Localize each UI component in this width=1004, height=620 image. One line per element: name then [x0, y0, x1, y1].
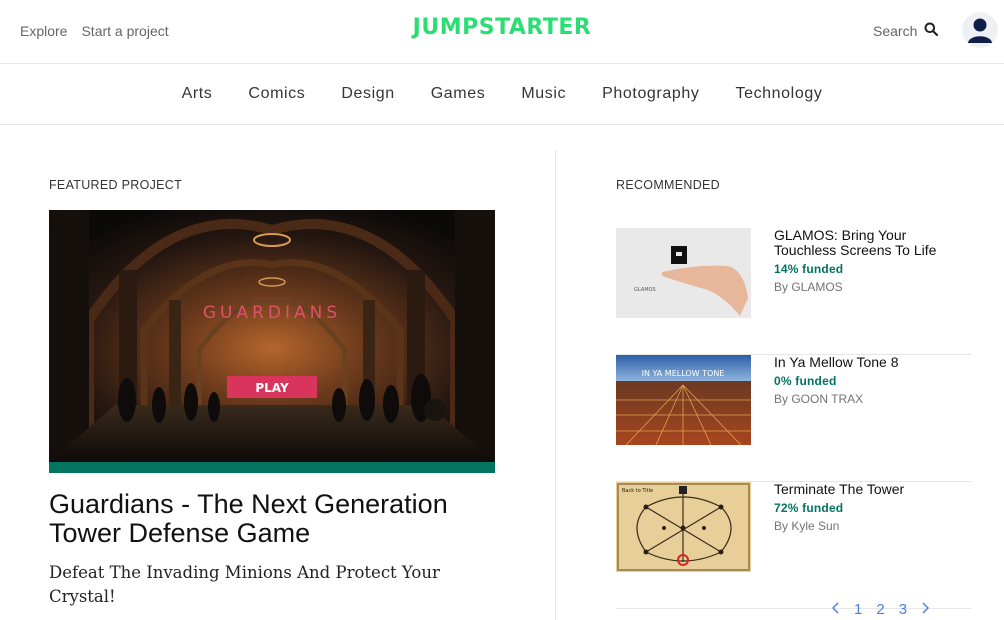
featured-project-image[interactable]: GUARDIANS PLAY — [49, 210, 495, 473]
brand-logo[interactable]: JUMPSTARTER — [413, 15, 592, 40]
category-nav: Arts Comics Design Games Music Photograp… — [0, 64, 1004, 125]
featured-project-blurb: Defeat The Invading Minions And Protect … — [49, 563, 440, 606]
featured-section-label: FEATURED PROJECT — [49, 178, 183, 192]
recommended-section-label: RECOMMENDED — [616, 178, 720, 192]
project-thumbnail: IN YA MELLOW TONE — [616, 355, 751, 445]
top-bar: Explore Start a project JUMPSTARTER Sear… — [0, 0, 1004, 64]
thumb-text: IN YA MELLOW TONE — [642, 369, 725, 378]
pagination: 1 2 3 — [831, 601, 930, 618]
start-project-link[interactable]: Start a project — [81, 23, 168, 39]
project-thumbnail: Back to Title — [616, 482, 751, 572]
user-avatar-icon[interactable] — [962, 12, 998, 48]
category-arts[interactable]: Arts — [182, 85, 213, 103]
explore-link[interactable]: Explore — [20, 23, 67, 39]
funded-percent: 0% funded — [774, 374, 837, 388]
chevron-left-icon[interactable] — [831, 601, 840, 618]
column-divider — [555, 150, 556, 620]
featured-play-button[interactable]: PLAY — [255, 381, 289, 395]
header-nav: Explore Start a project — [20, 23, 169, 39]
recommended-item[interactable]: IN YA MELLOW TONE In Ya Mellow Tone 8 0%… — [616, 355, 971, 482]
category-games[interactable]: Games — [431, 85, 486, 103]
recommended-item[interactable]: Back to Title Terminate The Tower 72% fu… — [616, 482, 971, 609]
featured-project-title[interactable]: Guardians - The Next Generation Tower De… — [49, 490, 499, 548]
featured-progress-bar — [49, 462, 495, 473]
project-title[interactable]: GLAMOS: Bring Your Touchless Screens To … — [774, 228, 971, 258]
page-2-link[interactable]: 2 — [876, 601, 884, 618]
search-label: Search — [873, 22, 918, 39]
featured-media-title: GUARDIANS — [203, 303, 341, 323]
chevron-right-icon[interactable] — [921, 601, 930, 618]
search-button[interactable]: Search — [873, 22, 939, 39]
search-icon — [924, 22, 939, 39]
project-title[interactable]: Terminate The Tower — [774, 482, 971, 497]
project-title[interactable]: In Ya Mellow Tone 8 — [774, 355, 971, 370]
category-comics[interactable]: Comics — [248, 85, 305, 103]
category-music[interactable]: Music — [521, 85, 566, 103]
category-photography[interactable]: Photography — [602, 85, 699, 103]
category-design[interactable]: Design — [341, 85, 394, 103]
project-creator: By Kyle Sun — [774, 519, 840, 533]
funded-percent: 14% funded — [774, 262, 844, 276]
project-thumbnail: GLAMOS — [616, 228, 751, 318]
thumb-text: Back to Title — [622, 488, 653, 494]
project-creator: By GOON TRAX — [774, 392, 864, 406]
page-1-link[interactable]: 1 — [854, 601, 862, 618]
thumb-text: GLAMOS — [634, 287, 656, 293]
recommended-item[interactable]: GLAMOS GLAMOS: Bring Your Touchless Scre… — [616, 228, 971, 355]
category-technology[interactable]: Technology — [735, 85, 822, 103]
project-creator: By GLAMOS — [774, 280, 843, 294]
page-3-link[interactable]: 3 — [899, 601, 907, 618]
funded-percent: 72% funded — [774, 501, 844, 515]
